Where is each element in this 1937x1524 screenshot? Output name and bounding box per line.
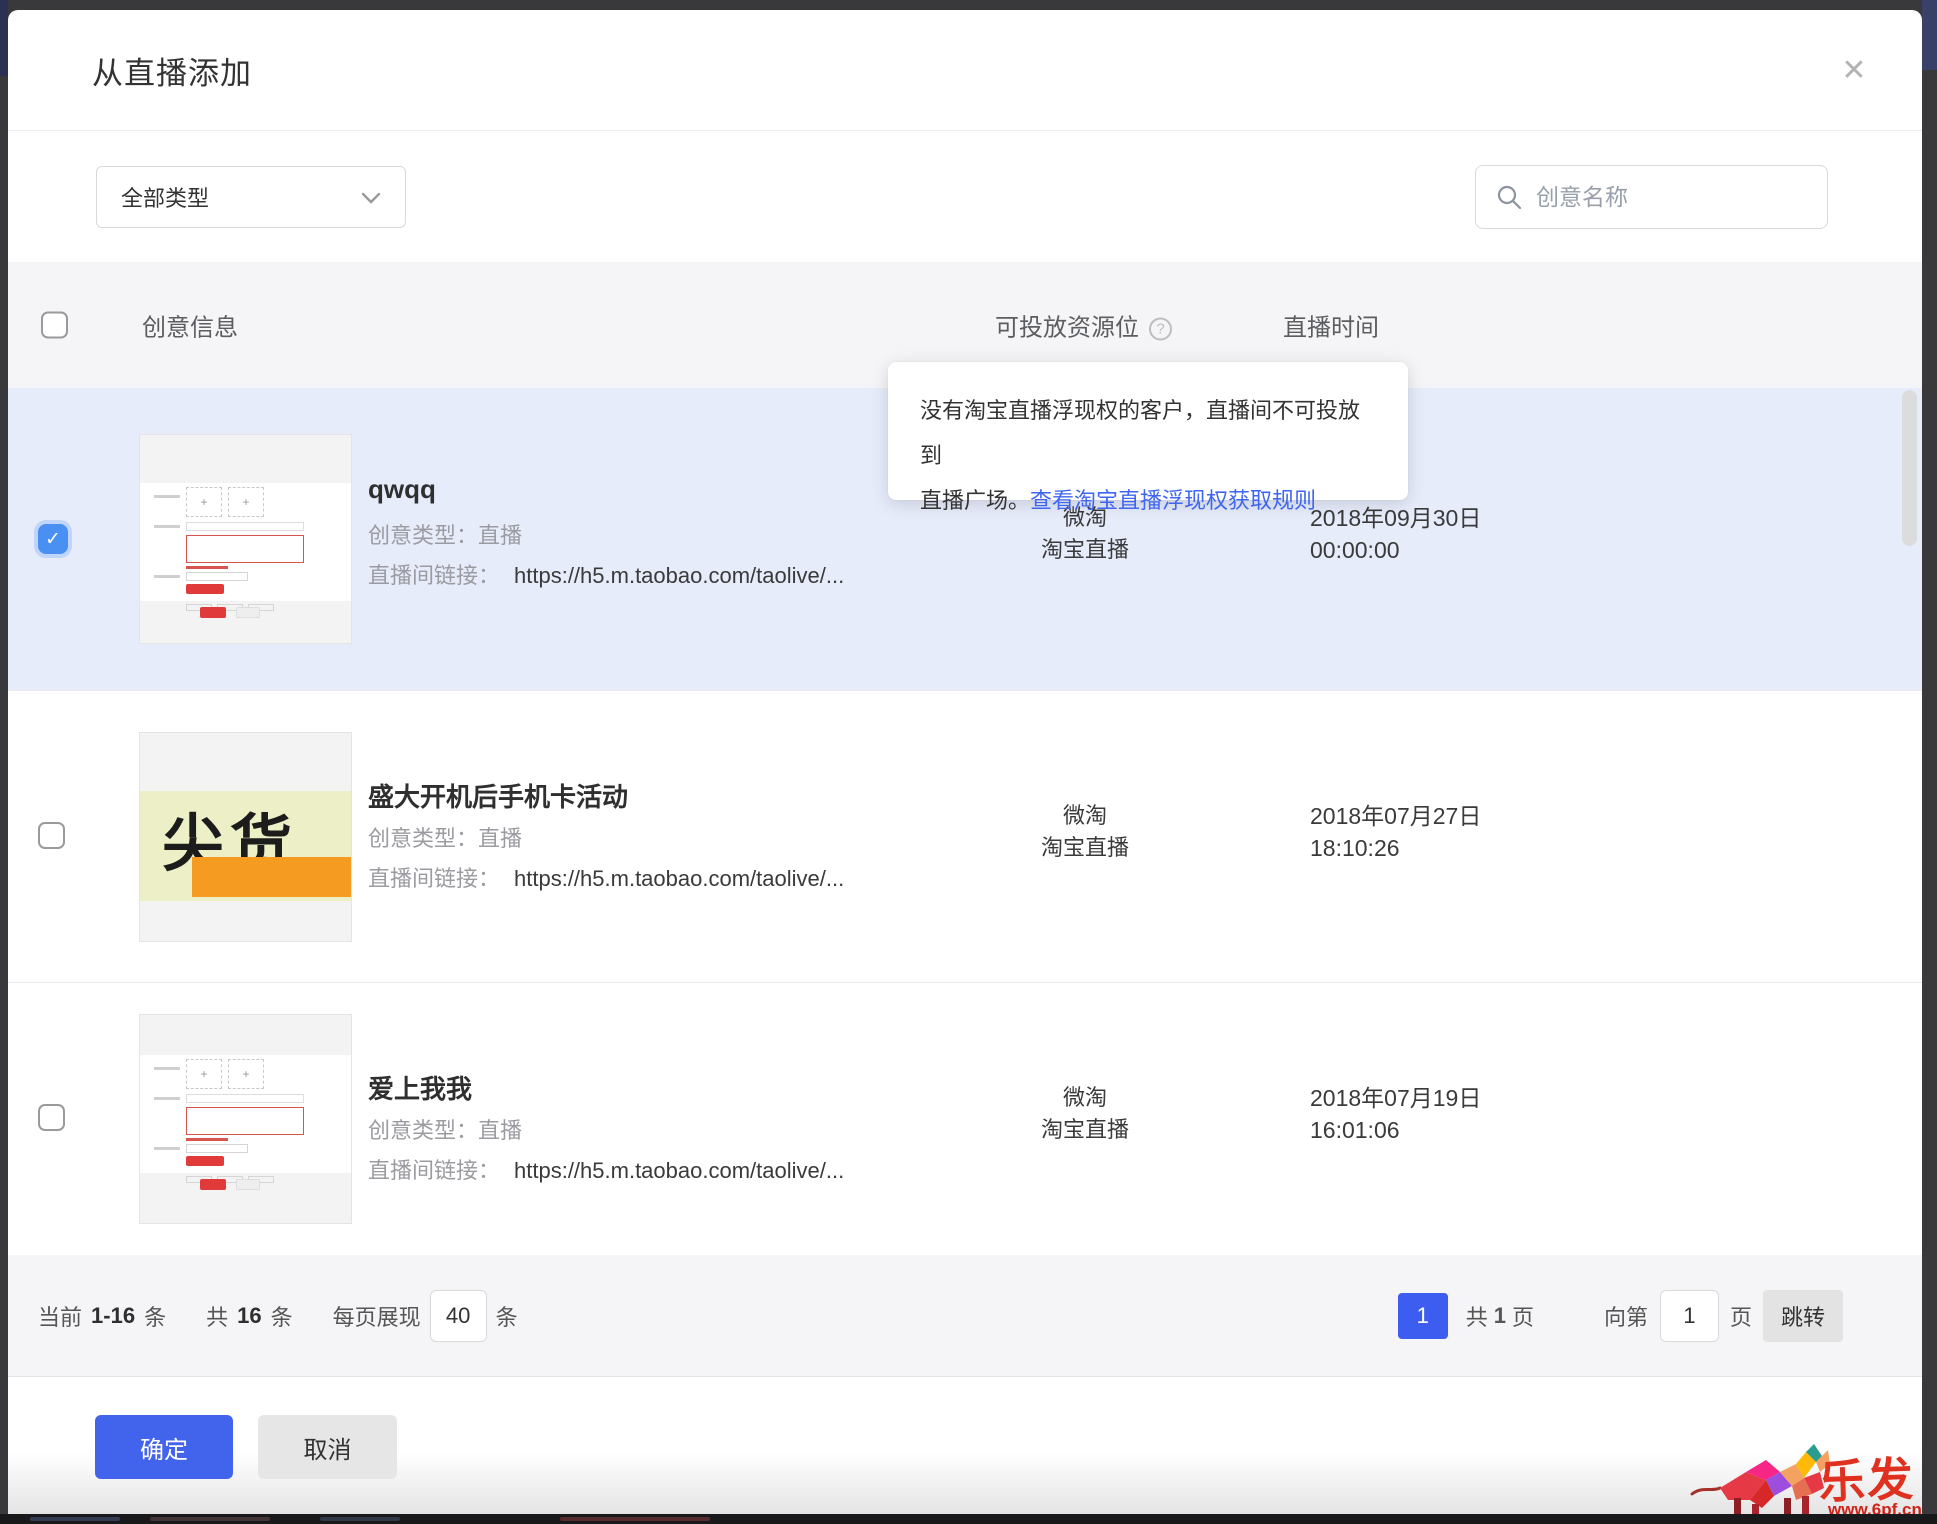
live-date: 2018年07月19日: [1310, 1082, 1481, 1114]
resource-taobao-live: 淘宝直播: [1005, 1114, 1165, 1146]
resource-cell: 微淘 淘宝直播: [1005, 800, 1165, 864]
modal-title: 从直播添加: [92, 48, 252, 93]
creative-name-search[interactable]: [1475, 165, 1828, 229]
column-resource: 可投放资源位?: [995, 308, 1172, 343]
total-pages-unit: 页: [1512, 1300, 1534, 1332]
table-row[interactable]: 尖货 盛大开机后手机卡活动 创意类型：直播 直播间链接： https://h5.m…: [8, 690, 1922, 982]
cancel-button[interactable]: 取消: [258, 1415, 397, 1479]
creative-thumbnail: + +: [139, 434, 352, 644]
resource-weitao: 微淘: [1005, 800, 1165, 832]
pagination-summary: 当前 1-16 条 共 16 条 每页展现 条: [38, 1255, 518, 1376]
goto-page-unit: 页: [1730, 1300, 1752, 1332]
pagination-current-label: 当前: [38, 1300, 82, 1332]
select-all-checkbox[interactable]: [41, 312, 68, 339]
bull-logo-icon: [1688, 1442, 1838, 1514]
close-icon[interactable]: ✕: [1832, 48, 1876, 92]
help-icon[interactable]: ?: [1149, 318, 1172, 341]
resource-weitao: 微淘: [1005, 1082, 1165, 1114]
live-room-link[interactable]: https://h5.m.taobao.com/taolive/...: [514, 866, 844, 891]
creative-thumbnail: + +: [139, 1014, 352, 1224]
pagination-unit: 条: [144, 1300, 166, 1332]
goto-page-label: 向第: [1604, 1300, 1648, 1332]
search-input[interactable]: [1536, 184, 1807, 211]
total-pages-count: 1: [1494, 1303, 1506, 1329]
live-room-link[interactable]: https://h5.m.taobao.com/taolive/...: [514, 563, 844, 588]
link-label: 直播间链接：: [368, 563, 500, 588]
background-page-edge: [1922, 0, 1937, 70]
creative-thumbnail: 尖货: [139, 732, 352, 942]
thumbnail-form-preview: + +: [140, 1055, 351, 1173]
pagination-total-count: 16: [237, 1303, 261, 1329]
search-icon: [1496, 184, 1522, 210]
live-room-link[interactable]: https://h5.m.taobao.com/taolive/...: [514, 1158, 844, 1183]
creative-type-dropdown[interactable]: 全部类型: [96, 166, 406, 228]
thumbnail-form-preview: + +: [140, 483, 351, 601]
tooltip-line2-text: 直播广场。: [920, 488, 1030, 513]
thumbnail-banner: 尖货: [140, 791, 351, 901]
pagination-current-range: 1-16: [91, 1303, 135, 1329]
creative-title: qwqq: [368, 474, 436, 505]
tooltip-line1: 没有淘宝直播浮现权的客户，直播间不可投放到: [920, 388, 1378, 478]
resource-taobao-live: 淘宝直播: [1005, 534, 1165, 566]
pagination-total-label: 共: [206, 1300, 228, 1332]
chevron-down-icon: [361, 184, 381, 210]
watermark: 乐发网 www.6pf.cn: [1688, 1442, 1922, 1514]
creative-link-line: 直播间链接： https://h5.m.taobao.com/taolive/..…: [368, 861, 844, 893]
link-label: 直播间链接：: [368, 1158, 500, 1183]
creative-type-dropdown-value: 全部类型: [121, 181, 209, 213]
per-page-label: 每页展现: [333, 1300, 421, 1332]
pagination-bar: 当前 1-16 条 共 16 条 每页展现 条 1 共 1 页 向第 页 跳转: [8, 1255, 1922, 1377]
live-time-cell: 2018年07月19日 16:01:06: [1310, 1082, 1481, 1146]
pagination-unit: 条: [496, 1300, 518, 1332]
live-clock-time: 00:00:00: [1310, 534, 1481, 566]
creative-link-line: 直播间链接： https://h5.m.taobao.com/taolive/..…: [368, 1153, 844, 1185]
column-live-time: 直播时间: [1283, 308, 1379, 343]
header-divider: [8, 130, 1922, 131]
row-checkbox[interactable]: [38, 822, 65, 849]
live-date: 2018年07月27日: [1310, 800, 1481, 832]
creative-type: 创意类型：直播: [368, 1113, 522, 1145]
live-time-cell: 2018年07月27日 18:10:26: [1310, 800, 1481, 864]
jump-button[interactable]: 跳转: [1763, 1290, 1843, 1342]
creative-title: 爱上我我: [368, 1069, 472, 1106]
modal-footer: 确定 取消: [8, 1377, 1922, 1514]
column-creative-info: 创意信息: [142, 308, 238, 343]
confirm-button[interactable]: 确定: [95, 1415, 233, 1479]
background-bottom-strip: [0, 1514, 1937, 1524]
resource-cell: 微淘 淘宝直播: [1005, 1082, 1165, 1146]
table-row[interactable]: + + 爱上我我 创意类型：直播 直播间链接： https://h5.m.taob…: [8, 982, 1922, 1255]
pager: 1 共 1 页 向第 页 跳转: [1398, 1255, 1843, 1376]
goto-page-input[interactable]: [1660, 1290, 1719, 1342]
row-checkbox[interactable]: [38, 1104, 65, 1131]
resource-help-tooltip: 没有淘宝直播浮现权的客户，直播间不可投放到 直播广场。查看淘宝直播浮现权获取规则: [888, 362, 1408, 500]
pagination-unit: 条: [271, 1300, 293, 1332]
live-clock-time: 18:10:26: [1310, 832, 1481, 864]
resource-taobao-live: 淘宝直播: [1005, 832, 1165, 864]
per-page-input[interactable]: [430, 1290, 487, 1342]
thumbnail-banner-bar: [192, 857, 352, 897]
link-label: 直播间链接：: [368, 866, 500, 891]
creative-type: 创意类型：直播: [368, 518, 522, 550]
creative-type: 创意类型：直播: [368, 821, 522, 853]
background-page-edge: [0, 0, 8, 76]
row-checkbox-checked[interactable]: ✓: [38, 524, 68, 554]
watermark-site-url: www.6pf.cn: [1828, 1500, 1922, 1514]
total-pages-label: 共: [1466, 1300, 1488, 1332]
tooltip-rules-link[interactable]: 查看淘宝直播浮现权获取规则: [1030, 488, 1316, 513]
creative-title: 盛大开机后手机卡活动: [368, 777, 628, 814]
add-from-live-modal: 从直播添加 ✕ 全部类型 创意信息 可投放资源位? 直播时间 ✓ +: [8, 10, 1922, 1514]
tooltip-line2: 直播广场。查看淘宝直播浮现权获取规则: [920, 478, 1378, 523]
live-clock-time: 16:01:06: [1310, 1114, 1481, 1146]
page-1-button[interactable]: 1: [1398, 1293, 1448, 1339]
scrollbar-thumb[interactable]: [1902, 390, 1917, 546]
check-icon: ✓: [45, 528, 61, 551]
column-resource-label: 可投放资源位: [995, 315, 1139, 342]
creative-link-line: 直播间链接： https://h5.m.taobao.com/taolive/..…: [368, 558, 844, 590]
